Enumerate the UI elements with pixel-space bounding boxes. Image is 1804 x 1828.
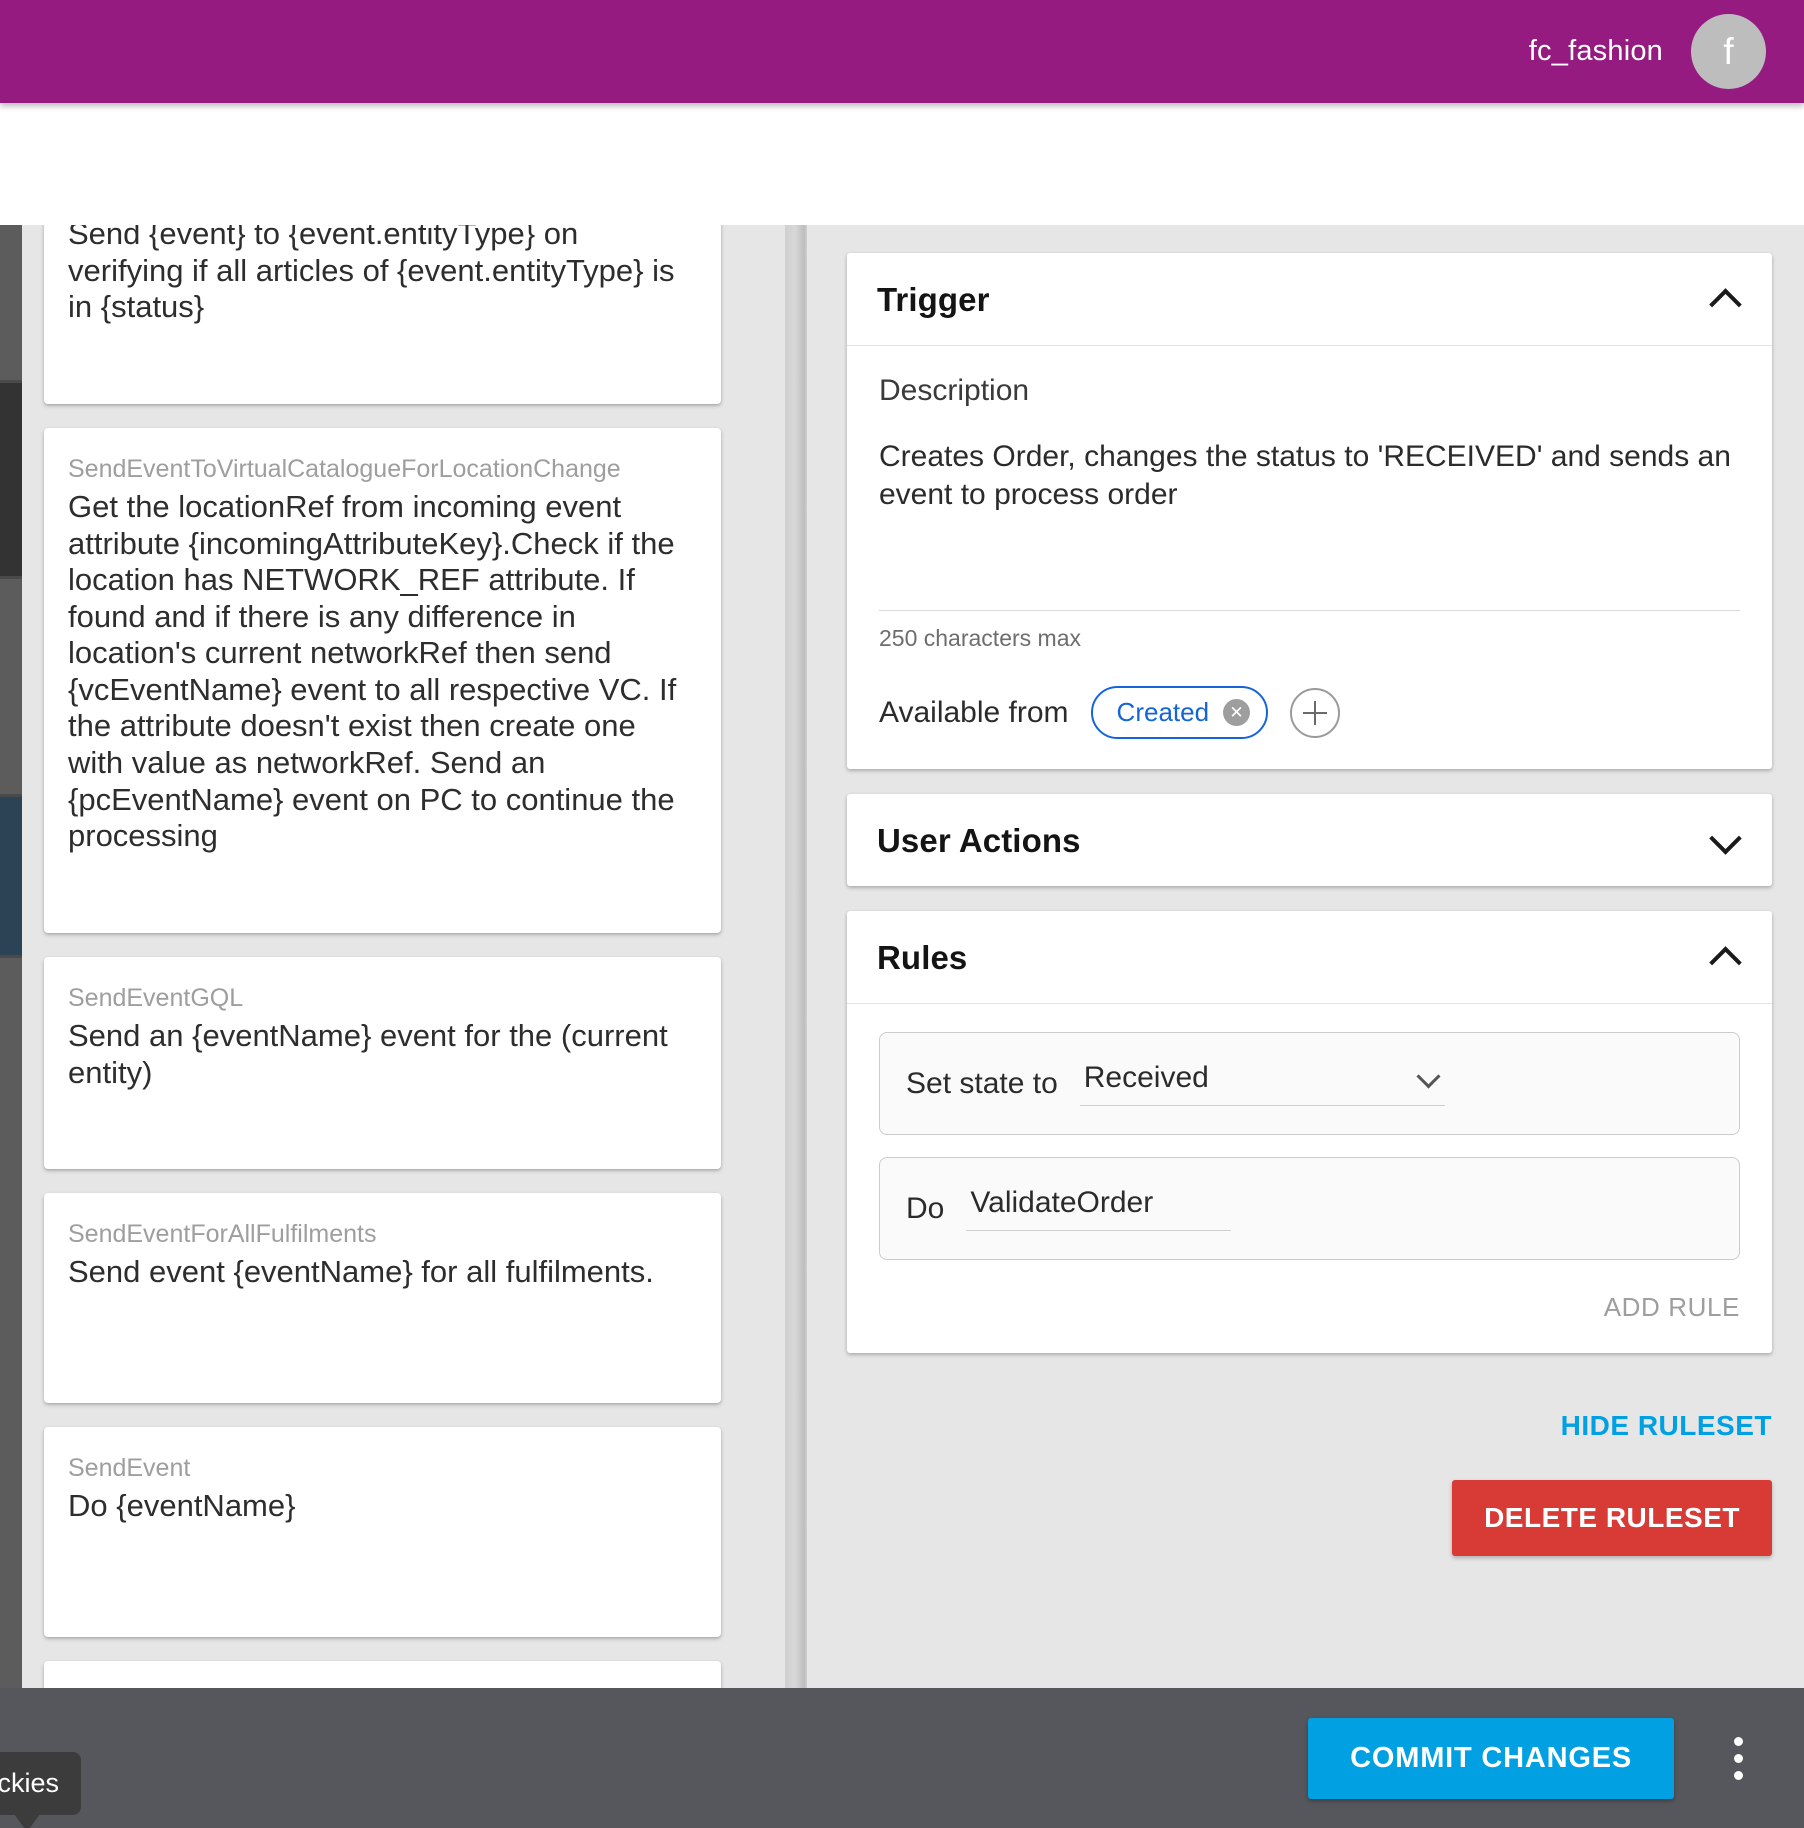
rules-section-body: Set state to Received Do ValidateOrder A… (847, 1004, 1772, 1353)
chevron-down-icon (1417, 1067, 1439, 1089)
chevron-up-icon[interactable] (1708, 283, 1742, 317)
rule-row-do: Do ValidateOrder (879, 1157, 1740, 1260)
hide-ruleset-button[interactable]: HIDE RULESET (1561, 1410, 1772, 1442)
card-spacer (68, 1091, 697, 1145)
kebab-dot (1733, 1736, 1743, 1746)
snippet-name: SendEventGQL (68, 983, 244, 1012)
character-limit-hint: 250 characters max (879, 625, 1081, 651)
status-chip-created[interactable]: Created ✕ (1090, 686, 1269, 739)
snippet-description: Do {eventName} (68, 1488, 296, 1524)
snippet-description: Send event {eventName} for all fulfilmen… (68, 1254, 654, 1290)
description-label: Description (879, 374, 1030, 407)
snippet-description: Get the locationRef from incoming event … (68, 488, 677, 854)
snippet-list-panel[interactable]: Send {event} to {event.entityType} on ve… (22, 225, 785, 1688)
rules-section-header[interactable]: Rules (847, 911, 1772, 1003)
kebab-menu-icon[interactable] (1708, 1723, 1768, 1793)
card-spacer (68, 855, 697, 909)
section-title: User Actions (877, 822, 1081, 859)
list-item[interactable]: SendEventForRelatedOrder Send a {eventNa… (44, 1660, 721, 1688)
close-icon[interactable]: ✕ (1223, 699, 1251, 726)
list-item[interactable]: Send {event} to {event.entityType} on ve… (44, 225, 721, 404)
workspace: Send {event} to {event.entityType} on ve… (0, 225, 1804, 1688)
card-spacer (68, 1291, 697, 1345)
app-nav-rail[interactable] (0, 225, 22, 1688)
chevron-down-icon[interactable] (1708, 824, 1742, 858)
state-select[interactable]: Received (1079, 1061, 1445, 1106)
trigger-section-header[interactable]: Trigger (847, 253, 1772, 345)
ruleset-actions: HIDE RULESET DELETE RULESET (847, 1378, 1772, 1556)
add-rule-button[interactable]: ADD RULE (879, 1282, 1740, 1323)
available-from-row: Available from Created ✕ (879, 686, 1740, 739)
card-spacer (68, 326, 697, 380)
list-item[interactable]: SendEventToVirtualCatalogueForLocationCh… (44, 427, 721, 933)
commit-changes-button[interactable]: COMMIT CHANGES (1308, 1717, 1674, 1799)
do-action-input[interactable]: ValidateOrder (966, 1186, 1232, 1231)
rail-segment[interactable] (0, 579, 22, 795)
account-name: fc_fashion (1528, 35, 1663, 67)
state-select-value: Received (1083, 1061, 1209, 1094)
rail-segment[interactable] (0, 958, 22, 1688)
delete-ruleset-button[interactable]: DELETE RULESET (1452, 1480, 1772, 1556)
list-panel-scrollbar[interactable] (785, 225, 807, 1688)
snippet-description: Send {event} to {event.entityType} on ve… (68, 225, 675, 325)
plus-icon[interactable] (1290, 687, 1341, 738)
user-actions-section: User Actions (847, 794, 1772, 886)
list-item[interactable]: SendEventGQL Send an {eventName} event f… (44, 956, 721, 1170)
bottom-action-bar: COMMIT CHANGES (0, 1688, 1804, 1828)
snippet-name: SendEventToVirtualCatalogueForLocationCh… (68, 454, 621, 483)
rail-divider (0, 380, 22, 383)
rules-section: Rules Set state to Received Do ValidateO… (847, 911, 1772, 1353)
rail-segment[interactable] (0, 225, 22, 383)
top-header-bar: fc_fashion f (0, 0, 1804, 103)
rule-label: Set state to (906, 1066, 1058, 1100)
card-spacer (68, 1525, 697, 1579)
snippet-list-scroll: Send {event} to {event.entityType} on ve… (22, 225, 785, 1688)
chip-label: Created (1116, 697, 1210, 727)
rule-row-set-state: Set state to Received (879, 1032, 1740, 1135)
stickies-tooltip: tickies (0, 1752, 82, 1828)
app-root: fc_fashion f Send {event} to {event.enti… (0, 0, 1804, 1828)
input-underline (879, 610, 1740, 611)
header-white-band (0, 103, 1804, 225)
section-title: Trigger (877, 281, 990, 318)
trigger-section-body: Description Creates Order, changes the s… (847, 346, 1772, 769)
chevron-up-icon[interactable] (1708, 941, 1742, 975)
rail-divider (0, 955, 22, 958)
description-input[interactable]: Creates Order, changes the status to 'RE… (879, 438, 1740, 598)
list-item[interactable]: SendEvent Do {eventName} (44, 1427, 721, 1637)
trigger-section: Trigger Description Creates Order, chang… (847, 253, 1772, 769)
user-actions-section-header[interactable]: User Actions (847, 794, 1772, 886)
snippet-name: SendEvent (68, 1454, 191, 1482)
snippet-description: Send an {eventName} event for the (curre… (68, 1018, 668, 1090)
list-item[interactable]: SendEventForAllFulfilments Send event {e… (44, 1193, 721, 1403)
rail-divider (0, 794, 22, 797)
avatar[interactable]: f (1691, 14, 1766, 89)
rail-divider (0, 576, 22, 579)
rule-label: Do (906, 1191, 945, 1225)
snippet-name: SendEventForAllFulfilments (68, 1220, 377, 1249)
ruleset-detail-panel: Trigger Description Creates Order, chang… (807, 225, 1804, 1688)
rail-segment-selected[interactable] (0, 797, 22, 955)
available-from-label: Available from (879, 695, 1069, 729)
kebab-dot (1733, 1753, 1743, 1763)
section-title: Rules (877, 939, 968, 976)
rail-segment-active-dark[interactable] (0, 383, 22, 579)
kebab-dot (1733, 1770, 1743, 1780)
